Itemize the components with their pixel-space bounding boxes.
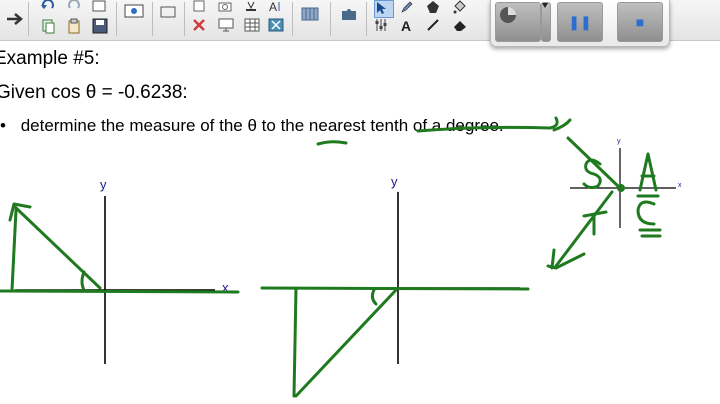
separator: [152, 2, 153, 36]
camera-icon[interactable]: [218, 0, 236, 16]
small-diagonal-ref: [566, 136, 622, 190]
display-icon[interactable]: [218, 18, 236, 34]
theta-underline: [316, 140, 348, 146]
middle-triangle-hypotenuse: [294, 288, 398, 398]
left-triangle-hypotenuse: [12, 204, 102, 290]
tuning-icon[interactable]: [374, 18, 392, 34]
measure-icon[interactable]: [300, 6, 322, 22]
middle-x-axis-overdraw: [260, 286, 530, 291]
quadrant-arrow-head2: [550, 248, 556, 270]
copy-icon[interactable]: [40, 18, 58, 34]
table-icon[interactable]: [244, 18, 262, 34]
middle-angle-arc: [370, 288, 378, 306]
left-angle-arc: [80, 270, 86, 292]
pen-icon[interactable]: [400, 0, 418, 16]
label-a: [636, 152, 660, 198]
left-axes: [15, 196, 215, 364]
separator: [116, 2, 117, 36]
puzzle-icon[interactable]: [340, 6, 358, 22]
fill-icon[interactable]: [244, 0, 262, 16]
stop-button[interactable]: ■: [617, 2, 663, 42]
pause-button[interactable]: ❚❚: [557, 2, 603, 42]
record-dial-button[interactable]: [495, 2, 541, 42]
separator: [330, 2, 331, 36]
close-box-icon[interactable]: [268, 18, 286, 34]
record-dropdown-button[interactable]: [541, 2, 551, 42]
svg-text:A: A: [401, 18, 411, 32]
separator: [366, 2, 367, 36]
left-x-axis-overdraw: [0, 289, 240, 294]
page-icon[interactable]: [92, 0, 110, 16]
paste-icon[interactable]: [66, 18, 84, 34]
undo-icon[interactable]: [40, 0, 58, 16]
eraser-icon[interactable]: [452, 18, 470, 34]
nearest-tenth-underline: [416, 116, 572, 133]
forward-arrow-icon[interactable]: [6, 12, 24, 28]
text-icon[interactable]: A: [400, 18, 418, 34]
pause-icon: ❚❚: [568, 13, 592, 30]
select-arrow-icon[interactable]: [374, 0, 394, 18]
whiteboard-drawing: [0, 116, 676, 398]
handwritten-ink: [0, 116, 662, 398]
delete-icon[interactable]: [192, 18, 210, 34]
redo-icon[interactable]: [66, 0, 84, 16]
stop-icon: ■: [635, 14, 645, 30]
label-c: [636, 200, 662, 238]
middle-triangle-vertical-leg: [292, 286, 298, 398]
line-tool-icon[interactable]: [426, 18, 444, 34]
separator: [292, 2, 293, 36]
label-s: [582, 158, 602, 190]
shape-icon[interactable]: [426, 0, 444, 16]
text-format-icon[interactable]: A: [268, 0, 286, 16]
page-icon[interactable]: [192, 0, 210, 16]
record-icon[interactable]: [160, 5, 178, 21]
separator: [184, 2, 185, 36]
svg-text:A: A: [269, 0, 277, 12]
save-icon[interactable]: [92, 18, 110, 34]
separator: [28, 2, 29, 36]
middle-axes: [262, 192, 520, 364]
small-origin-dot: [617, 184, 625, 192]
fill-bucket-icon[interactable]: [452, 0, 470, 16]
left-triangle-leg: [10, 208, 18, 292]
whiteboard-canvas[interactable]: Example #5: Given cos θ = -0.6238: • det…: [0, 40, 720, 404]
chevron-down-icon: [542, 3, 548, 8]
screen-capture-icon[interactable]: [124, 4, 146, 18]
record-dial-icon: [500, 7, 516, 23]
